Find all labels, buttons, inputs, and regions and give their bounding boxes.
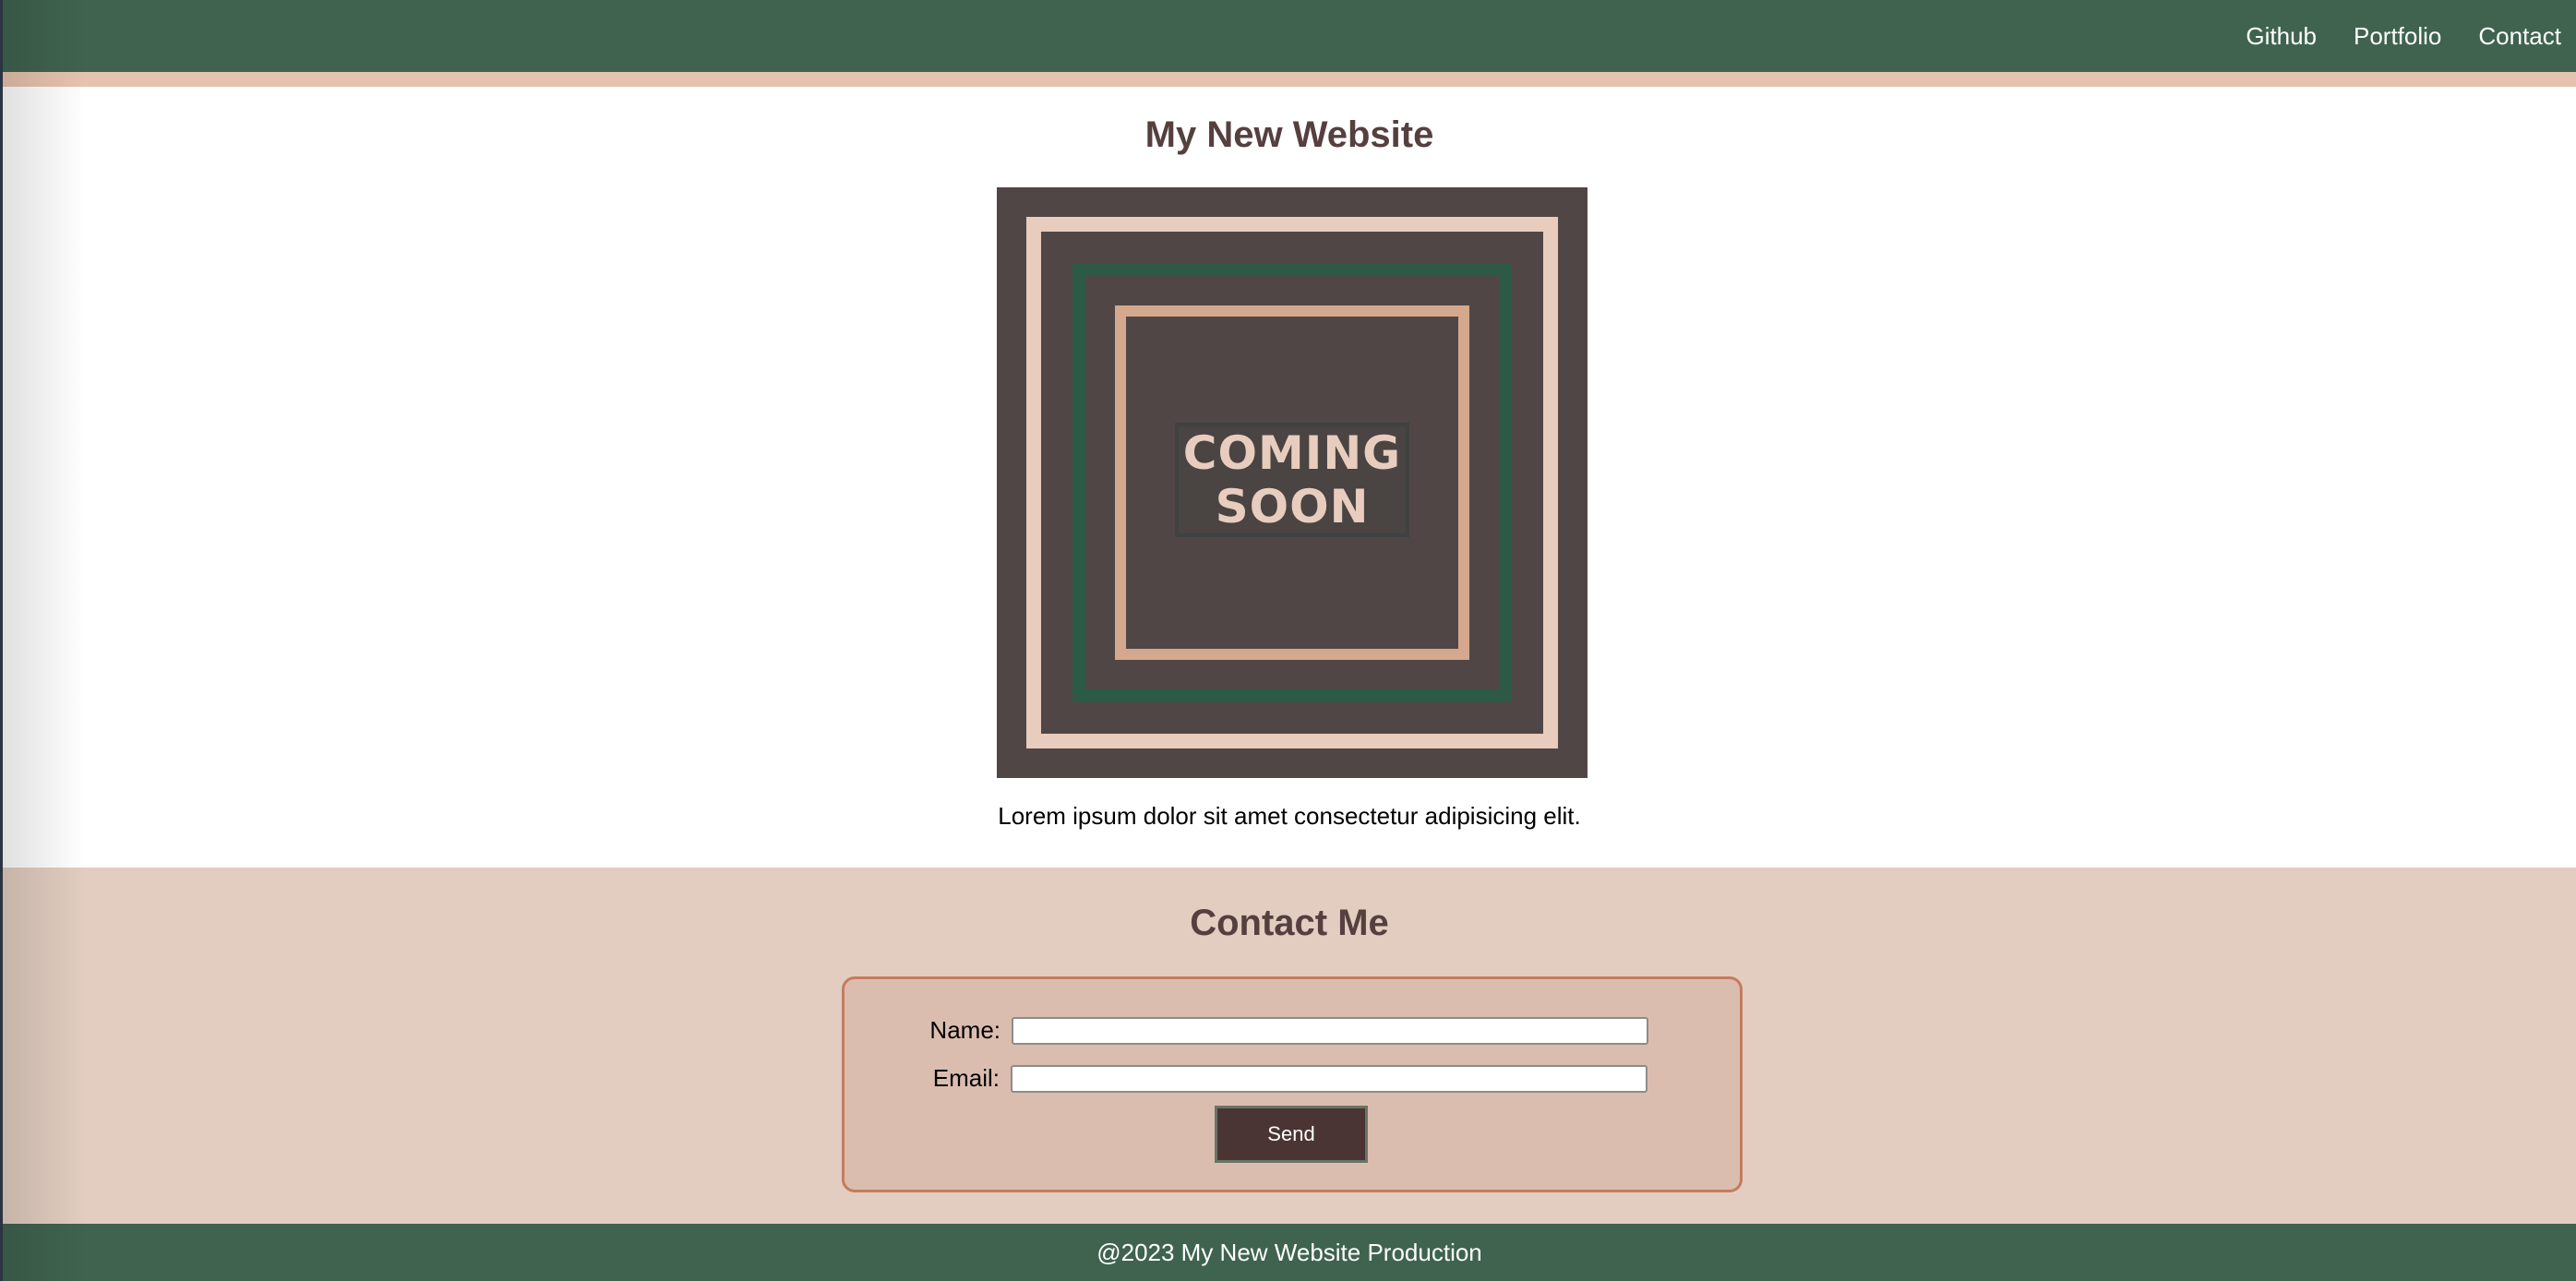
nav-link-github[interactable]: Github xyxy=(2246,22,2317,51)
description-text: Lorem ipsum dolor sit amet consectetur a… xyxy=(998,802,1581,830)
coming-soon-image: COMING SOON xyxy=(997,187,1588,778)
nav-link-portfolio[interactable]: Portfolio xyxy=(2354,22,2441,51)
top-navigation: Github Portfolio Contact xyxy=(3,0,2576,72)
contact-title: Contact Me xyxy=(1190,903,1389,943)
nav-link-contact[interactable]: Contact xyxy=(2478,22,2561,51)
email-label: Email: xyxy=(932,1064,1000,1092)
main-section: My New Website COMING SOON Lorem ipsum d… xyxy=(3,87,2576,868)
footer: @2023 My New Website Production xyxy=(3,1224,2576,1281)
name-field[interactable] xyxy=(1012,1016,1648,1045)
coming-soon-line1: COMING xyxy=(1182,426,1402,480)
nav-links: Github Portfolio Contact xyxy=(2246,0,2561,72)
coming-soon-label: COMING SOON xyxy=(1175,423,1409,537)
name-row: Name: xyxy=(927,1016,1648,1045)
email-field[interactable] xyxy=(1011,1064,1647,1093)
send-button[interactable]: Send xyxy=(1215,1106,1368,1163)
page: Github Portfolio Contact My New Website … xyxy=(0,0,2576,1281)
accent-stripe xyxy=(3,72,2576,87)
contact-section: Contact Me Name: Email: Send xyxy=(3,868,2576,1224)
name-label: Name: xyxy=(929,1016,1000,1044)
page-title: My New Website xyxy=(1144,114,1434,155)
footer-text: @2023 My New Website Production xyxy=(1096,1238,1482,1266)
coming-soon-line2: SOON xyxy=(1215,480,1370,533)
email-row: Email: xyxy=(926,1064,1647,1093)
contact-form: Name: Email: Send xyxy=(842,976,1743,1192)
